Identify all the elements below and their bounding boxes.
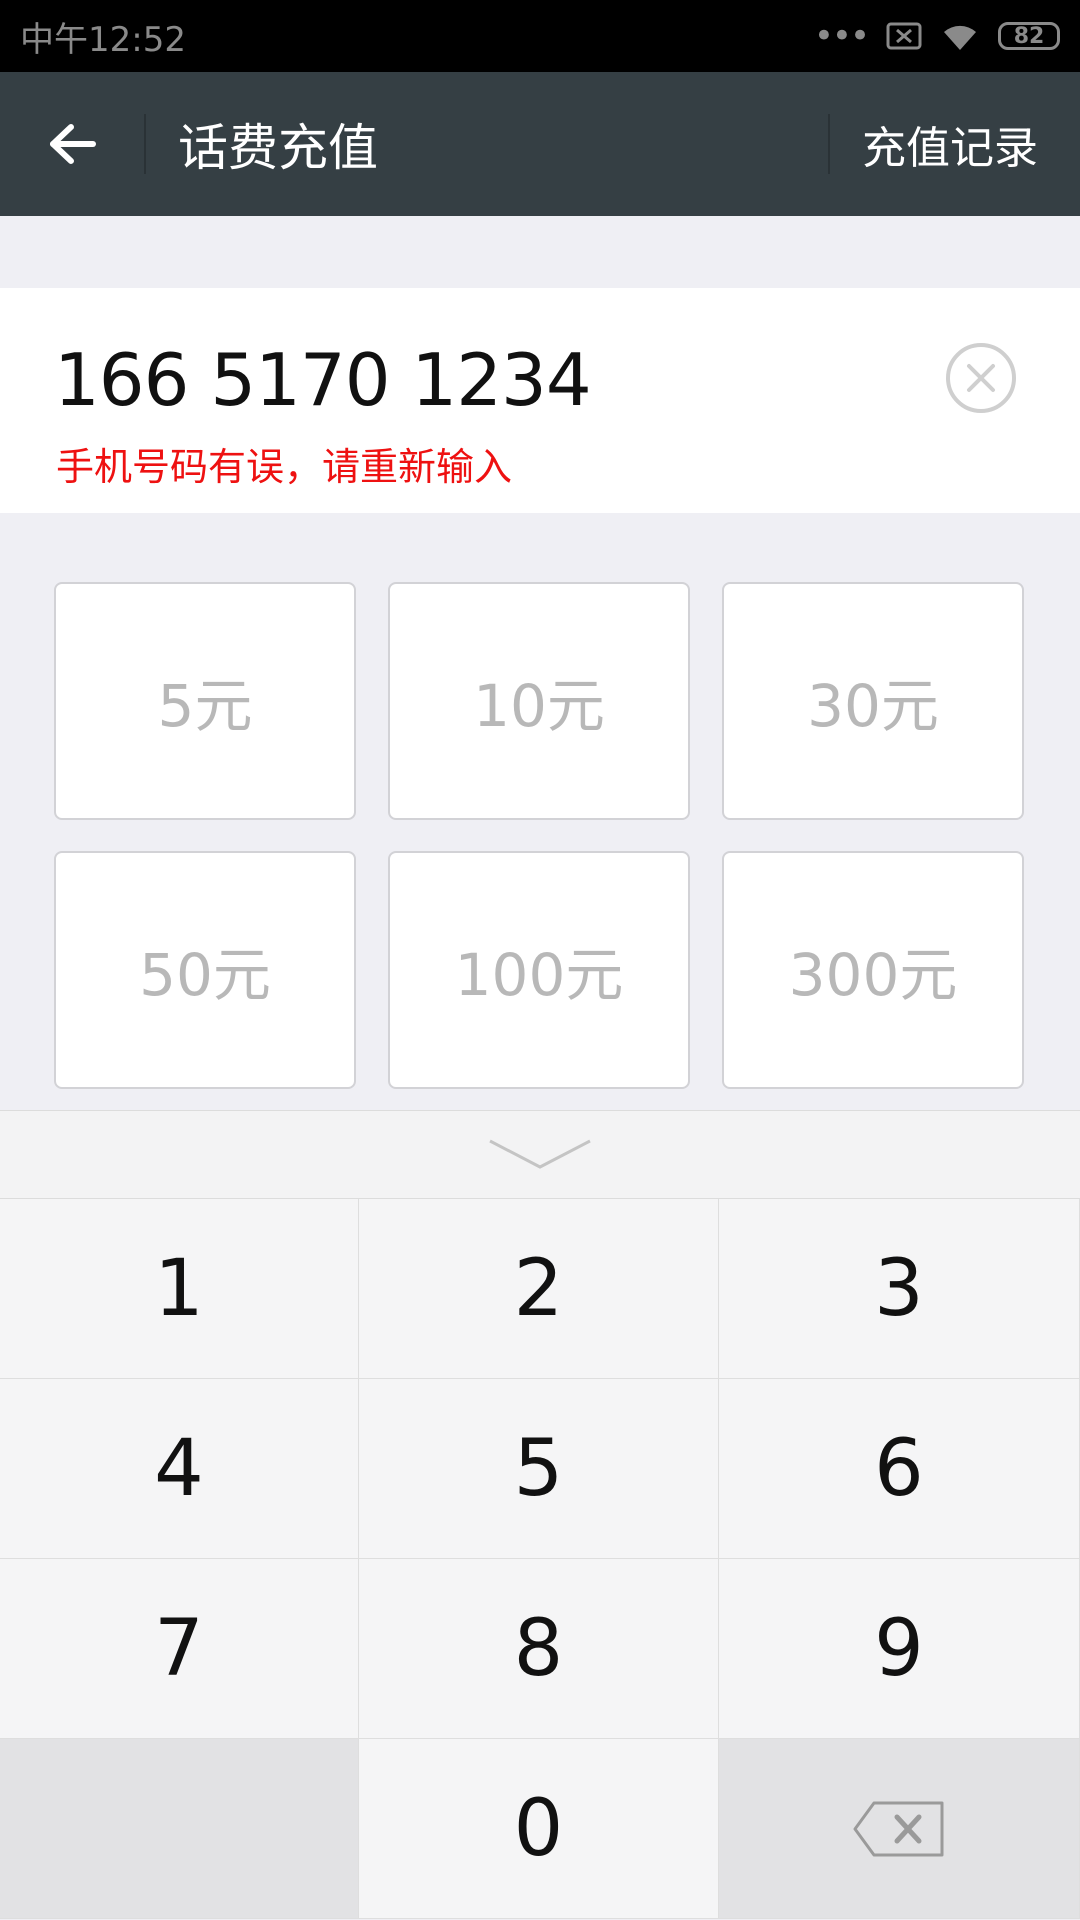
- status-bar: 中午12:52 ••• 82: [0, 0, 1080, 72]
- back-arrow-icon: [50, 124, 96, 164]
- clear-circle-icon[interactable]: [945, 342, 1017, 414]
- amount-option[interactable]: 10元: [388, 582, 690, 820]
- keypad: 1 2 3 4 5 6 7 8 9 0: [0, 1199, 1080, 1919]
- phone-input-card: 166 5170 1234 手机号码有误，请重新输入: [0, 288, 1080, 513]
- header-actions: 充值记录: [828, 72, 1080, 216]
- amount-option[interactable]: 30元: [722, 582, 1024, 820]
- keyboard-collapse-button[interactable]: [0, 1110, 1080, 1199]
- backspace-icon: [853, 1801, 944, 1856]
- key-blank: [0, 1739, 359, 1919]
- divider: [144, 114, 146, 174]
- key-8[interactable]: 8: [359, 1559, 719, 1739]
- amount-option[interactable]: 50元: [54, 851, 356, 1089]
- amount-option[interactable]: 100元: [388, 851, 690, 1089]
- battery-level: 82: [1013, 23, 1045, 49]
- amount-option[interactable]: 300元: [722, 851, 1024, 1089]
- numeric-keyboard: 1 2 3 4 5 6 7 8 9 0: [0, 1110, 1080, 1920]
- key-5[interactable]: 5: [359, 1379, 719, 1559]
- chevron-down-icon: [489, 1139, 591, 1169]
- amount-option[interactable]: 5元: [54, 582, 356, 820]
- sim-error-icon: [886, 22, 922, 50]
- key-7[interactable]: 7: [0, 1559, 359, 1739]
- phone-error-message: 手机号码有误，请重新输入: [56, 445, 513, 489]
- page-title: 话费充值: [178, 119, 378, 177]
- key-4[interactable]: 4: [0, 1379, 359, 1559]
- battery-indicator: 82: [998, 22, 1060, 50]
- phone-number-input[interactable]: 166 5170 1234: [54, 338, 592, 422]
- key-1[interactable]: 1: [0, 1199, 359, 1379]
- amount-grid: 5元 10元 30元 50元 100元 300元: [54, 582, 1026, 1089]
- back-button[interactable]: [0, 72, 144, 216]
- backspace-key[interactable]: [719, 1739, 1080, 1919]
- status-time: 中午12:52: [20, 19, 186, 60]
- app-bar: 话费充值 充值记录: [0, 72, 1080, 216]
- key-6[interactable]: 6: [719, 1379, 1080, 1559]
- key-3[interactable]: 3: [719, 1199, 1080, 1379]
- status-icons: ••• 82: [814, 19, 1060, 53]
- wifi-icon: [944, 25, 976, 50]
- signal-dots: •••: [813, 16, 870, 56]
- recharge-history-button[interactable]: 充值记录: [830, 112, 1080, 176]
- key-9[interactable]: 9: [719, 1559, 1080, 1739]
- key-2[interactable]: 2: [359, 1199, 719, 1379]
- key-0[interactable]: 0: [359, 1739, 719, 1919]
